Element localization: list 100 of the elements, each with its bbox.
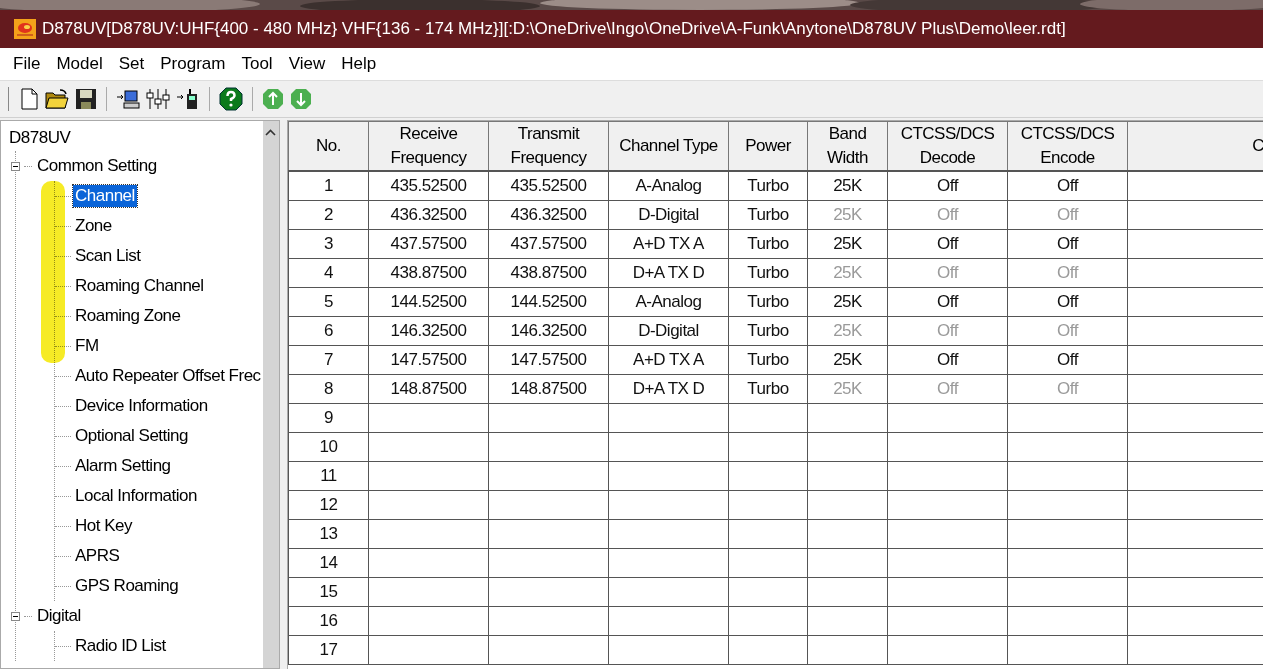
table-cell: Off: [1007, 171, 1128, 201]
table-cell: 10: [288, 432, 369, 462]
scroll-up-icon[interactable]: [265, 129, 277, 136]
new-file-icon[interactable]: [19, 88, 39, 110]
column-header[interactable]: C: [1127, 121, 1263, 171]
column-header[interactable]: Transmit Frequency: [488, 121, 609, 171]
table-cell: 2: [288, 200, 369, 230]
table-cell: Turbo: [728, 374, 808, 404]
tree-item[interactable]: Local Information: [73, 485, 199, 507]
tree-item[interactable]: Digital: [35, 605, 83, 627]
column-header[interactable]: Band Width: [807, 121, 888, 171]
table-cell: Turbo: [728, 287, 808, 317]
menu-item[interactable]: Model: [49, 54, 112, 74]
radio-icon[interactable]: [176, 88, 200, 110]
table-cell: D-Digital: [608, 316, 729, 346]
table-cell: 7: [288, 345, 369, 375]
collapse-icon[interactable]: [11, 160, 22, 172]
table-cell: 147.57500: [488, 345, 609, 375]
table-cell: Off: [887, 200, 1008, 230]
table-cell: 11: [288, 461, 369, 491]
tree-item[interactable]: Auto Repeater Offset Frec: [73, 365, 263, 387]
menu-item[interactable]: Help: [334, 54, 386, 74]
table-cell: D-Digital: [608, 200, 729, 230]
tree-item[interactable]: Channel: [73, 185, 137, 207]
table-cell: Off: [887, 345, 1008, 375]
tree-item[interactable]: Zone: [73, 215, 114, 237]
table-cell: 147.57500: [368, 345, 489, 375]
table-cell: 3: [288, 229, 369, 259]
table-cell: 25K: [807, 316, 888, 346]
column-header[interactable]: CTCSS/DCS Encode: [1007, 121, 1128, 171]
table-cell: 25K: [807, 258, 888, 288]
table-cell: 148.87500: [368, 374, 489, 404]
tree-item[interactable]: APRS: [73, 545, 122, 567]
table-cell: 436.32500: [488, 200, 609, 230]
table-cell: 12: [288, 490, 369, 520]
table-cell: 437.57500: [488, 229, 609, 259]
down-arrow-icon[interactable]: [290, 88, 312, 110]
table-cell: 25K: [807, 171, 888, 201]
save-icon[interactable]: [75, 88, 97, 110]
table-cell: A-Analog: [608, 171, 729, 201]
open-folder-icon[interactable]: [45, 88, 69, 110]
table-cell: 144.52500: [488, 287, 609, 317]
table-cell: Turbo: [728, 316, 808, 346]
table-cell: Off: [887, 229, 1008, 259]
tree-item[interactable]: FM: [73, 335, 101, 357]
sliders-icon[interactable]: [146, 88, 170, 110]
collapse-icon[interactable]: [11, 610, 22, 622]
table-cell: 25K: [807, 287, 888, 317]
table-cell: A+D TX A: [608, 345, 729, 375]
menu-item[interactable]: View: [281, 54, 335, 74]
table-cell: 15: [288, 577, 369, 607]
table-cell: Turbo: [728, 200, 808, 230]
tree-item[interactable]: Scan List: [73, 245, 143, 267]
tree-item[interactable]: Optional Setting: [73, 425, 190, 447]
table-cell: A+D TX A: [608, 229, 729, 259]
column-header[interactable]: Channel Type: [608, 121, 729, 171]
table-cell: 436.32500: [368, 200, 489, 230]
tree-item[interactable]: Hot Key: [73, 515, 134, 537]
column-header[interactable]: Receive Frequency: [368, 121, 489, 171]
table-cell: Off: [887, 316, 1008, 346]
table-cell: 148.87500: [488, 374, 609, 404]
help-icon[interactable]: [219, 87, 243, 111]
column-header[interactable]: No.: [288, 121, 369, 171]
tree-item[interactable]: Radio ID List: [73, 635, 168, 657]
table-cell: Turbo: [728, 229, 808, 259]
column-header[interactable]: CTCSS/DCS Decode: [887, 121, 1008, 171]
menu-item[interactable]: Tool: [234, 54, 282, 74]
table-cell: Turbo: [728, 345, 808, 375]
tree-item[interactable]: Roaming Channel: [73, 275, 206, 297]
tree-root[interactable]: D878UV: [9, 125, 263, 151]
table-cell: 1: [288, 171, 369, 201]
table-cell: 25K: [807, 229, 888, 259]
tree-item[interactable]: Alarm Setting: [73, 455, 173, 477]
tree-item[interactable]: Device Information: [73, 395, 210, 417]
menu-item[interactable]: Program: [153, 54, 235, 74]
table-cell: 25K: [807, 200, 888, 230]
table-cell: 437.57500: [368, 229, 489, 259]
tree-item[interactable]: GPS Roaming: [73, 575, 181, 597]
table-cell: D+A TX D: [608, 374, 729, 404]
computer-icon[interactable]: [116, 88, 140, 110]
table-cell: Off: [887, 171, 1008, 201]
table-cell: 16: [288, 606, 369, 636]
table-cell: Turbo: [728, 258, 808, 288]
table-cell: Off: [1007, 229, 1128, 259]
table-cell: 438.87500: [488, 258, 609, 288]
table-cell: Off: [1007, 287, 1128, 317]
table-cell: 25K: [807, 374, 888, 404]
menu-item[interactable]: Set: [111, 54, 154, 74]
table-cell: Off: [887, 287, 1008, 317]
table-cell: 14: [288, 548, 369, 578]
table-cell: 438.87500: [368, 258, 489, 288]
up-arrow-icon[interactable]: [262, 88, 284, 110]
menu-item[interactable]: File: [6, 54, 50, 74]
table-cell: 146.32500: [368, 316, 489, 346]
scrollbar[interactable]: [262, 121, 279, 668]
table-cell: 8: [288, 374, 369, 404]
tree-item[interactable]: Roaming Zone: [73, 305, 183, 327]
table-cell: A-Analog: [608, 287, 729, 317]
tree-item[interactable]: Common Setting: [35, 155, 159, 177]
column-header[interactable]: Power: [728, 121, 808, 171]
